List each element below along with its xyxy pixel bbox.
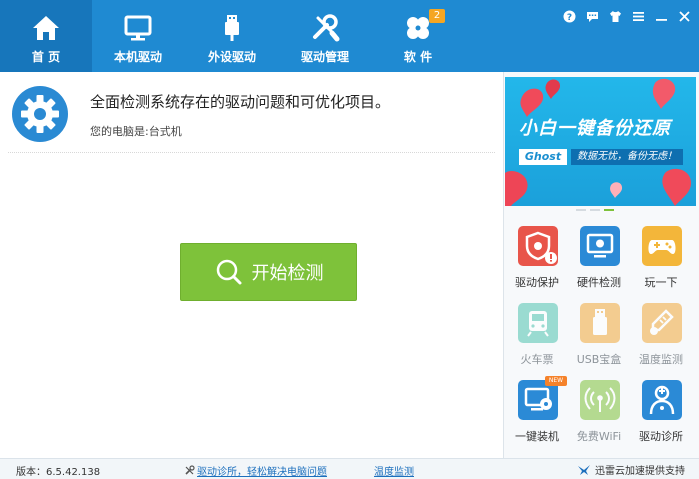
pager-dot[interactable] — [590, 209, 600, 211]
tools-icon — [310, 13, 340, 43]
usb-icon — [217, 13, 247, 43]
tool-label: 玩一下 — [644, 276, 678, 289]
divider — [8, 152, 495, 153]
status-bar: 版本：6.5.42.138 驱动诊所，轻松解决电脑问题 温度监测 迅雷云加速提供… — [0, 458, 699, 479]
shield-alert-icon — [518, 226, 558, 266]
ghost-backup-banner[interactable]: 小白一键备份还原 Ghost 数据无忧，备份无虑！ — [505, 77, 696, 206]
usb-box-icon — [580, 303, 620, 343]
tool-free-wifi[interactable]: 免费WiFi — [566, 380, 632, 458]
wifi-icon — [580, 380, 620, 420]
banner-pager — [576, 209, 614, 211]
tool-usb-box[interactable]: USB宝盒 — [566, 303, 632, 381]
tab-home-label: 首 页 — [31, 50, 61, 64]
pager-dot[interactable] — [576, 209, 586, 211]
search-icon — [214, 257, 244, 287]
pager-dot-active[interactable] — [604, 209, 614, 211]
banner-subtitle: 数据无忧，备份无虑！ — [571, 149, 683, 165]
svg-text:?: ? — [567, 13, 572, 23]
tool-play-games[interactable]: 玩一下 — [628, 226, 694, 304]
tool-hardware-check[interactable]: 硬件检测 — [566, 226, 632, 304]
tab-driver-management[interactable]: 驱动管理 — [279, 0, 371, 72]
tab-driver-management-label: 驱动管理 — [300, 50, 349, 64]
tab-peripheral-drivers[interactable]: 外设驱动 — [186, 0, 278, 72]
start-scan-label: 开始检测 — [251, 263, 324, 284]
banner-decoration — [505, 78, 691, 206]
tool-train-tickets[interactable]: 火车票 — [504, 303, 570, 381]
install-system-icon — [518, 380, 558, 420]
tab-software-label: 软 件 — [403, 50, 433, 64]
side-panel: 小白一键备份还原 Ghost 数据无忧，备份无虑！ 驱动保护 硬件检测 玩一下 … — [503, 72, 699, 458]
tool-label: 驱动诊所 — [639, 430, 683, 443]
sponsor-text: 迅雷云加速提供支持 — [595, 466, 685, 477]
scan-description: 全面检测系统存在的驱动问题和可优化项目。 — [90, 93, 391, 111]
tool-temperature-monitor[interactable]: 温度监测 — [628, 303, 694, 381]
menu-icon[interactable] — [630, 8, 647, 25]
start-scan-button[interactable]: 开始检测 — [180, 243, 357, 301]
close-icon[interactable] — [676, 8, 693, 25]
tool-driver-protection[interactable]: 驱动保护 — [504, 226, 570, 304]
top-nav-bar: 首 页 本机驱动 外设驱动 驱动管理 2 软 件 ? — [0, 0, 699, 72]
gear-icon — [11, 85, 69, 143]
banner-title: 小白一键备份还原 — [519, 118, 671, 139]
thermometer-icon — [642, 303, 682, 343]
tool-one-click-install[interactable]: NEW 一键装机 — [504, 376, 570, 458]
doctor-icon — [642, 380, 682, 420]
driver-clinic-link[interactable]: 驱动诊所，轻松解决电脑问题 — [184, 463, 327, 478]
train-icon — [518, 303, 558, 343]
driver-clinic-link-text: 驱动诊所，轻松解决电脑问题 — [197, 467, 327, 478]
tab-local-drivers[interactable]: 本机驱动 — [92, 0, 184, 72]
software-update-badge: 2 — [429, 9, 445, 23]
sponsor-info: 迅雷云加速提供支持 — [577, 462, 685, 477]
gamepad-icon — [642, 226, 682, 266]
chat-icon[interactable] — [584, 8, 601, 25]
tool-driver-clinic[interactable]: 驱动诊所 — [628, 380, 694, 458]
temperature-monitor-link[interactable]: 温度监测 — [374, 463, 414, 478]
main-panel: 全面检测系统存在的驱动问题和可优化项目。 您的电脑是:台式机 开始检测 — [0, 72, 503, 458]
hardware-monitor-icon — [580, 226, 620, 266]
home-icon — [31, 13, 61, 43]
window-controls: ? — [561, 8, 693, 26]
minimize-icon[interactable] — [653, 8, 670, 25]
computer-type-text: 您的电脑是:台式机 — [90, 125, 182, 138]
help-icon[interactable]: ? — [561, 8, 578, 25]
new-badge: NEW — [545, 376, 567, 386]
tab-home[interactable]: 首 页 — [0, 0, 92, 72]
tab-software[interactable]: 2 软 件 — [372, 0, 464, 72]
tool-label: 温度监测 — [639, 353, 683, 366]
wrench-icon — [184, 465, 195, 476]
ghost-logo: Ghost — [519, 149, 567, 165]
monitor-icon — [123, 13, 153, 43]
tab-peripheral-drivers-label: 外设驱动 — [207, 50, 256, 64]
xunlei-bird-icon — [577, 464, 591, 476]
version-text: 版本：6.5.42.138 — [16, 467, 101, 478]
shirt-icon[interactable] — [607, 8, 624, 25]
tab-local-drivers-label: 本机驱动 — [113, 50, 162, 64]
